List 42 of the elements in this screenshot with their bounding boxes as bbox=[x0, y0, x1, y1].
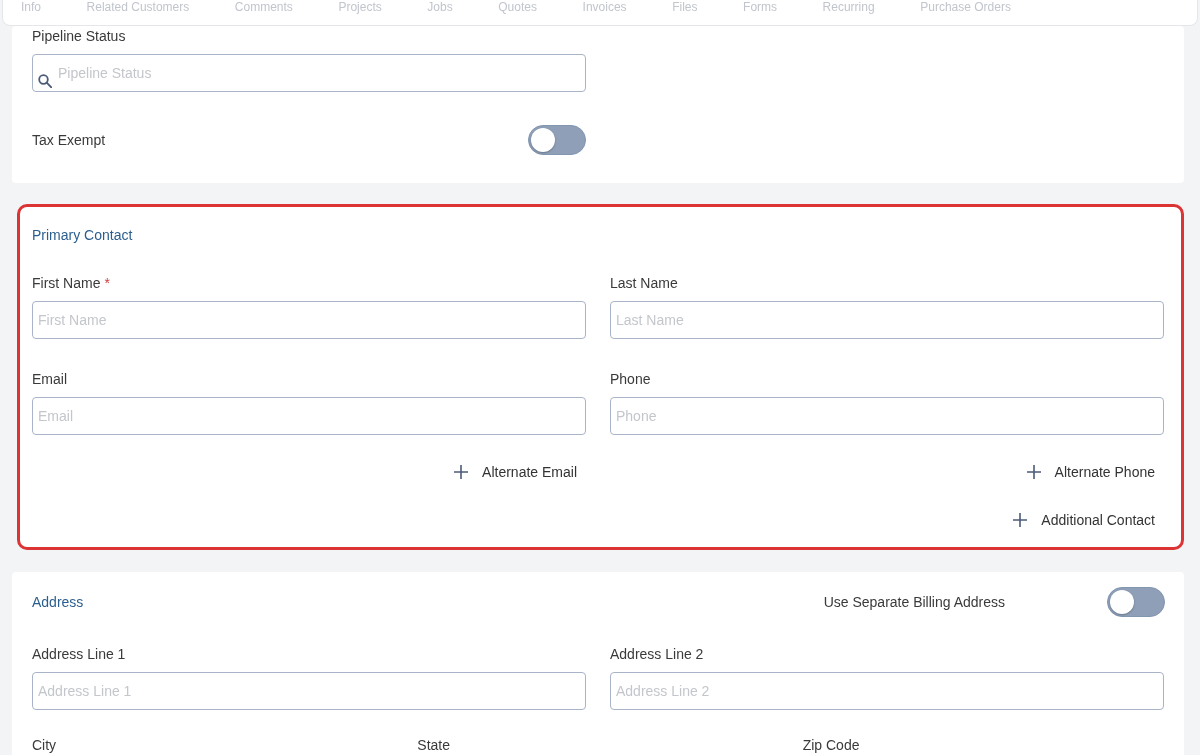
tab[interactable]: Files bbox=[672, 0, 698, 14]
plus-icon bbox=[454, 465, 469, 479]
field-label: Pipeline Status bbox=[32, 27, 126, 46]
section-title: Primary Contact bbox=[32, 226, 133, 245]
field-label: Last Name bbox=[610, 274, 678, 293]
tab[interactable]: Recurring bbox=[822, 0, 875, 14]
tab[interactable]: Related Customers bbox=[86, 0, 190, 14]
toggle-label: Use Separate Billing Address bbox=[823, 593, 1005, 612]
tab[interactable]: Quotes bbox=[498, 0, 537, 14]
toggle-switch[interactable] bbox=[528, 125, 586, 155]
field-label: Email bbox=[32, 370, 67, 389]
plus-icon bbox=[1026, 465, 1041, 479]
add-button[interactable]: Alternate Email bbox=[444, 458, 586, 486]
required-mark: * bbox=[104, 274, 110, 293]
field-label: Phone bbox=[610, 370, 651, 389]
field-label: City bbox=[32, 736, 57, 755]
tab[interactable]: Purchase Orders bbox=[920, 0, 1011, 14]
add-button[interactable]: Additional Contact bbox=[1003, 506, 1164, 534]
field-label: Address Line 2 bbox=[610, 645, 704, 664]
toggle-switch[interactable] bbox=[1107, 587, 1165, 617]
tab[interactable]: Jobs bbox=[427, 0, 453, 14]
input-field[interactable]: Phone bbox=[610, 397, 1164, 435]
input-field[interactable]: Email bbox=[32, 397, 586, 435]
plus-icon bbox=[1013, 513, 1028, 527]
input-field[interactable]: First Name bbox=[32, 301, 586, 339]
input-field[interactable]: Address Line 1 bbox=[32, 672, 586, 710]
search-field[interactable]: Pipeline Status bbox=[32, 54, 586, 92]
tab[interactable]: Info bbox=[21, 0, 41, 14]
tab[interactable]: Forms bbox=[743, 0, 778, 14]
tab[interactable]: Comments bbox=[234, 0, 293, 14]
input-field[interactable]: Last Name bbox=[610, 301, 1164, 339]
add-button[interactable]: Alternate Phone bbox=[1016, 458, 1164, 486]
tab[interactable]: Invoices bbox=[582, 0, 627, 14]
input-field[interactable]: Address Line 2 bbox=[610, 672, 1164, 710]
tab[interactable]: Projects bbox=[338, 0, 382, 14]
search-icon bbox=[38, 74, 52, 88]
field-label: First Name bbox=[32, 274, 101, 293]
field-label: Zip Code bbox=[802, 736, 860, 755]
toggle-label: Tax Exempt bbox=[32, 131, 106, 150]
field-label: State bbox=[417, 736, 451, 755]
field-label: Address Line 1 bbox=[32, 645, 126, 664]
section-title: Address bbox=[32, 593, 84, 612]
